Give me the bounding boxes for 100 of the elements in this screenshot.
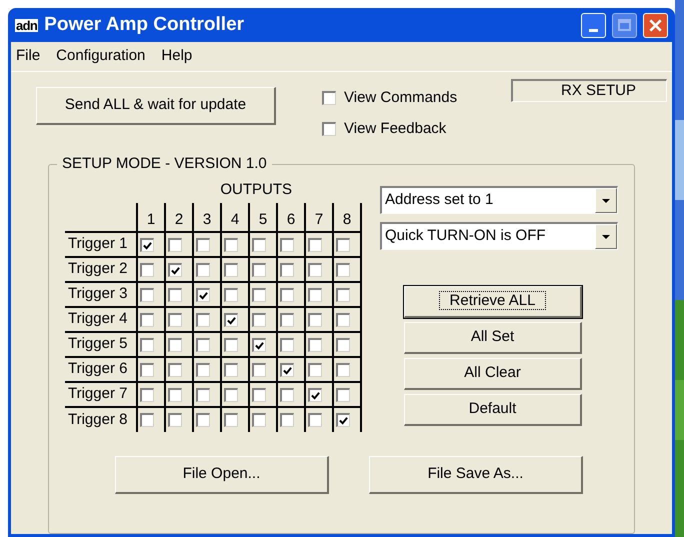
checkbox[interactable] [308, 238, 322, 252]
checkbox[interactable] [196, 262, 210, 276]
column-header: 3 [193, 203, 221, 232]
trigger-label: Trigger 8 [65, 407, 137, 432]
checkbox[interactable] [252, 338, 266, 352]
checkbox[interactable] [168, 338, 182, 352]
dropdown[interactable]: Address set to 1 [380, 186, 618, 214]
checkbox[interactable] [252, 312, 266, 326]
checkbox-label: View Feedback [344, 118, 446, 138]
checkbox[interactable] [196, 388, 210, 402]
checkbox[interactable] [224, 238, 238, 252]
checkbox[interactable] [140, 413, 154, 427]
checkbox[interactable] [336, 288, 350, 302]
checkbox[interactable] [308, 338, 322, 352]
checkbox[interactable] [252, 413, 266, 427]
checkbox[interactable] [168, 362, 182, 376]
checkbox[interactable] [168, 288, 182, 302]
column-header: 5 [249, 203, 277, 232]
checkbox[interactable] [140, 388, 154, 402]
dropdown[interactable]: Quick TURN-ON is OFF [380, 222, 618, 250]
check-icon [143, 240, 152, 250]
checkbox[interactable] [140, 238, 154, 252]
check-icon [311, 390, 320, 400]
checkbox[interactable] [308, 262, 322, 276]
checkbox[interactable] [224, 413, 238, 427]
checkbox[interactable] [308, 388, 322, 402]
checkbox[interactable] [252, 238, 266, 252]
checkbox[interactable] [168, 238, 182, 252]
check-icon [171, 266, 180, 274]
checkbox[interactable] [322, 91, 336, 106]
checkbox[interactable] [252, 362, 266, 376]
checkbox[interactable] [224, 362, 238, 376]
file-button[interactable]: File Save As... [369, 456, 583, 494]
checkbox[interactable] [280, 338, 294, 352]
file-button[interactable]: File Open... [115, 456, 329, 494]
trigger-label: Trigger 7 [65, 382, 137, 407]
column-header: 1 [137, 203, 165, 232]
checkbox[interactable] [322, 122, 336, 136]
action-button[interactable]: All Clear [404, 358, 582, 390]
checkbox[interactable] [280, 413, 294, 427]
menu-item[interactable]: Configuration [56, 45, 146, 68]
check-icon [227, 316, 236, 324]
window-title: Power Amp Controller [44, 12, 246, 37]
trigger-label: Trigger 4 [65, 307, 137, 332]
checkbox[interactable] [168, 388, 182, 402]
checkbox[interactable] [168, 262, 182, 276]
maximize-button[interactable] [612, 12, 637, 38]
checkbox[interactable] [280, 288, 294, 302]
checkbox[interactable] [336, 262, 350, 276]
checkbox[interactable] [252, 262, 266, 276]
checkbox[interactable] [336, 238, 350, 252]
checkbox[interactable] [168, 413, 182, 427]
checkbox[interactable] [252, 288, 266, 302]
action-button[interactable]: Default [404, 394, 582, 426]
checkbox[interactable] [308, 413, 322, 427]
checkbox[interactable] [196, 312, 210, 326]
checkbox[interactable] [280, 388, 294, 402]
dropdown-arrow-icon [602, 234, 610, 238]
checkbox[interactable] [196, 413, 210, 427]
checkbox[interactable] [308, 362, 322, 376]
checkbox[interactable] [224, 388, 238, 402]
checkbox[interactable] [280, 362, 294, 376]
checkbox[interactable] [224, 288, 238, 302]
check-icon [255, 340, 264, 350]
checkbox[interactable] [168, 312, 182, 326]
checkbox[interactable] [140, 262, 154, 276]
checkbox[interactable] [140, 288, 154, 302]
column-header: 6 [277, 203, 305, 232]
checkbox[interactable] [196, 338, 210, 352]
menu-item[interactable]: File [16, 45, 40, 68]
checkbox[interactable] [196, 362, 210, 376]
checkbox[interactable] [280, 238, 294, 252]
checkbox[interactable] [140, 312, 154, 326]
checkbox[interactable] [224, 262, 238, 276]
action-button[interactable]: All Set [404, 322, 582, 354]
close-button[interactable] [643, 12, 668, 38]
send-all-button[interactable]: Send ALL & wait for update [36, 87, 276, 125]
checkbox[interactable] [308, 288, 322, 302]
checkbox[interactable] [140, 362, 154, 376]
checkbox[interactable] [336, 338, 350, 352]
outputs-heading: OUTPUTS [220, 181, 292, 199]
checkbox[interactable] [336, 388, 350, 402]
checkbox[interactable] [252, 388, 266, 402]
checkbox[interactable] [308, 312, 322, 326]
checkbox[interactable] [196, 288, 210, 302]
checkbox-label: View Commands [344, 88, 458, 108]
checkbox[interactable] [280, 262, 294, 276]
checkbox[interactable] [280, 312, 294, 326]
menu-item[interactable]: Help [161, 45, 192, 68]
checkbox[interactable] [196, 238, 210, 252]
trigger-label: Trigger 6 [65, 357, 137, 382]
checkbox[interactable] [224, 312, 238, 326]
checkbox[interactable] [336, 413, 350, 427]
checkbox[interactable] [336, 362, 350, 376]
action-button[interactable]: Retrieve ALL [404, 286, 582, 318]
close-icon [649, 18, 662, 32]
checkbox[interactable] [336, 312, 350, 326]
minimize-button[interactable] [581, 12, 606, 38]
checkbox[interactable] [140, 338, 154, 352]
checkbox[interactable] [224, 338, 238, 352]
